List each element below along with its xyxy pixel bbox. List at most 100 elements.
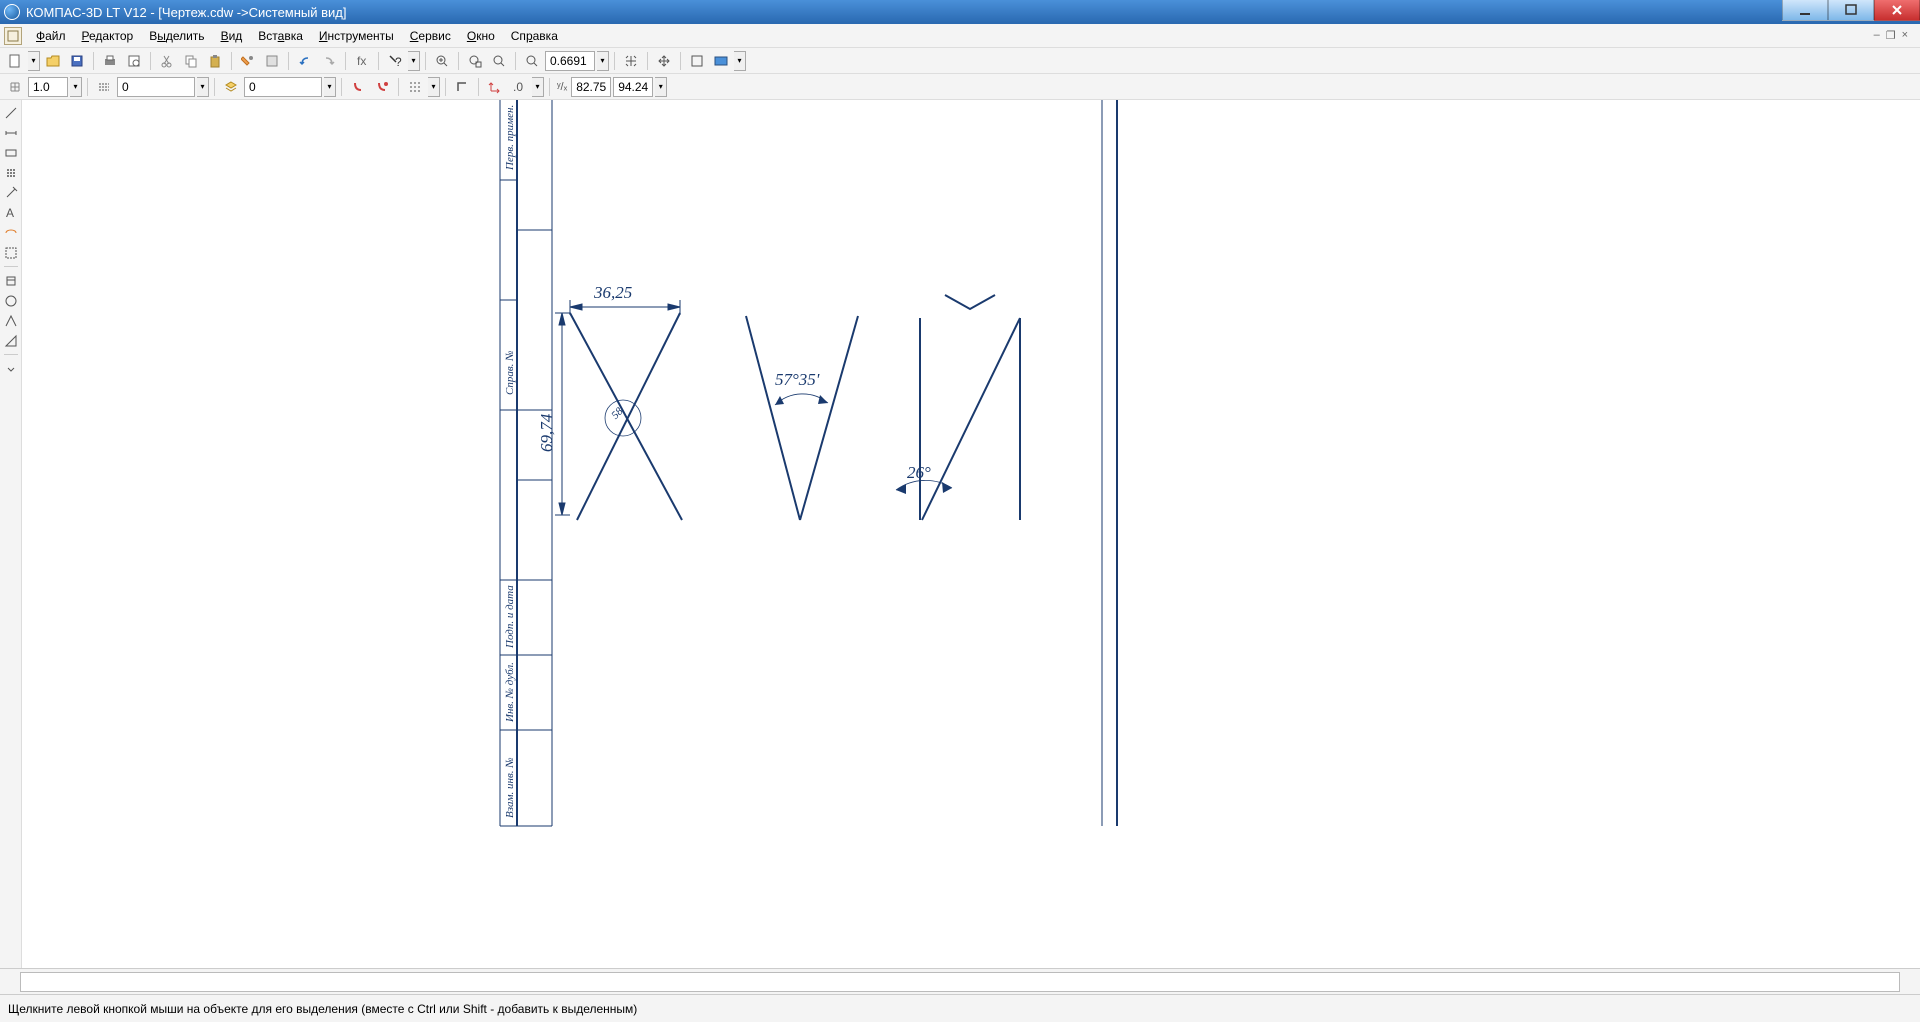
redo-button[interactable]: [318, 50, 340, 72]
grid-button[interactable]: [404, 76, 426, 98]
params-tool[interactable]: A: [2, 204, 20, 221]
preview-button[interactable]: [123, 50, 145, 72]
constraints-tool[interactable]: [2, 164, 20, 181]
maximize-button[interactable]: [1828, 0, 1874, 21]
cs-dropdown[interactable]: ▾: [532, 77, 544, 97]
layer-button[interactable]: [220, 76, 242, 98]
menu-tools[interactable]: Инструменты: [311, 26, 402, 46]
menubar: Файл Редактор Выделить Вид Вставка Инстр…: [0, 24, 1920, 48]
coord-dropdown[interactable]: ▾: [655, 77, 667, 97]
mdi-close[interactable]: ×: [1902, 29, 1908, 42]
style-input-2[interactable]: [244, 77, 322, 97]
style-dropdown-2[interactable]: ▾: [324, 77, 336, 97]
document-icon[interactable]: [4, 27, 22, 45]
command-bar: [0, 968, 1920, 994]
svg-text:.0: .0: [513, 80, 523, 94]
window-controls: [1782, 0, 1920, 24]
save-button[interactable]: [66, 50, 88, 72]
new-dropdown[interactable]: ▾: [28, 51, 40, 71]
zoom-previous-button[interactable]: [488, 50, 510, 72]
insert-tool[interactable]: [2, 312, 20, 329]
new-button[interactable]: [4, 50, 26, 72]
refresh-button[interactable]: [710, 50, 732, 72]
statusbar: Щелкните левой кнопкой мыши на объекте д…: [0, 994, 1920, 1022]
coord-label: ʸ/ₓ: [555, 81, 569, 93]
spec-tool[interactable]: [2, 272, 20, 289]
menu-file[interactable]: Файл: [28, 26, 74, 46]
workarea: A: [0, 100, 1920, 968]
measure-tool[interactable]: [2, 224, 20, 241]
panel-toggle[interactable]: [2, 360, 20, 377]
svg-text:A: A: [6, 206, 14, 220]
coord-y-input[interactable]: [613, 77, 653, 97]
designations-tool[interactable]: [2, 144, 20, 161]
snap-button[interactable]: [347, 76, 369, 98]
style-type-button[interactable]: [93, 76, 115, 98]
mdi-minimize[interactable]: –: [1874, 29, 1880, 42]
step-button[interactable]: [4, 76, 26, 98]
zoom-in-button[interactable]: [431, 50, 453, 72]
cut-button[interactable]: [156, 50, 178, 72]
coord-x-input[interactable]: [571, 77, 611, 97]
rounding-button[interactable]: .0: [508, 76, 530, 98]
step-input[interactable]: [28, 77, 68, 97]
status-text: Щелкните левой кнопкой мыши на объекте д…: [8, 1002, 637, 1016]
zoom-window-button[interactable]: [464, 50, 486, 72]
help-context-button[interactable]: ?: [384, 50, 406, 72]
geometry-tool[interactable]: [2, 104, 20, 121]
local-cs-button[interactable]: [484, 76, 506, 98]
select-tool[interactable]: [2, 244, 20, 261]
menu-insert[interactable]: Вставка: [250, 26, 311, 46]
pan-button[interactable]: [653, 50, 675, 72]
menu-editor[interactable]: Редактор: [74, 26, 142, 46]
dimensions-tool[interactable]: [2, 124, 20, 141]
help-dropdown[interactable]: ▾: [408, 51, 420, 71]
mdi-restore[interactable]: ❐: [1886, 29, 1896, 42]
menu-service[interactable]: Сервис: [402, 26, 459, 46]
svg-text:58: 58: [609, 405, 626, 422]
open-button[interactable]: [42, 50, 64, 72]
menu-view[interactable]: Вид: [213, 26, 251, 46]
frame-podp-data: Подп. и дата: [504, 585, 516, 649]
style-dropdown-1[interactable]: ▾: [197, 77, 209, 97]
copy-properties-button[interactable]: [261, 50, 283, 72]
close-button[interactable]: [1874, 0, 1920, 21]
menu-select[interactable]: Выделить: [141, 26, 212, 46]
dim-horizontal: 36,25: [593, 283, 632, 302]
app-icon: [4, 4, 20, 20]
variables-button[interactable]: fx: [351, 50, 373, 72]
properties-button[interactable]: [237, 50, 259, 72]
print-button[interactable]: [99, 50, 121, 72]
minimize-button[interactable]: [1782, 0, 1828, 21]
edit-tool[interactable]: [2, 184, 20, 201]
style-input-1[interactable]: [117, 77, 195, 97]
frame-perv-primen: Перв. примен.: [504, 105, 516, 171]
report-tool[interactable]: [2, 292, 20, 309]
drawing-svg: Перв. примен. Справ. № Подп. и дата Инв.…: [22, 100, 1920, 920]
refresh-dropdown[interactable]: ▾: [734, 51, 746, 71]
titlebar-text: КОМПАС-3D LT V12 - [Чертеж.cdw ->Системн…: [26, 5, 1782, 20]
zoom-all-button[interactable]: [686, 50, 708, 72]
undo-button[interactable]: [294, 50, 316, 72]
views-tool[interactable]: [2, 332, 20, 349]
mdi-controls: – ❐ ×: [1874, 29, 1916, 42]
command-input[interactable]: [20, 972, 1900, 992]
angle-1: 57°35': [775, 370, 820, 389]
zoom-value-input[interactable]: [545, 51, 595, 71]
grid-dropdown[interactable]: ▾: [428, 77, 440, 97]
drawing-canvas[interactable]: Перв. примен. Справ. № Подп. и дата Инв.…: [22, 100, 1920, 968]
menu-window[interactable]: Окно: [459, 26, 503, 46]
frame-vzam-inv: Взам. инв. №: [504, 757, 516, 818]
snap-settings-button[interactable]: [371, 76, 393, 98]
svg-text:fx: fx: [357, 54, 366, 68]
zoom-fit-button[interactable]: [620, 50, 642, 72]
zoom-scale-button[interactable]: [521, 50, 543, 72]
menu-help[interactable]: Справка: [503, 26, 566, 46]
left-toolpanel: A: [0, 100, 22, 968]
copy-button[interactable]: [180, 50, 202, 72]
paste-button[interactable]: [204, 50, 226, 72]
ortho-button[interactable]: [451, 76, 473, 98]
titlebar: КОМПАС-3D LT V12 - [Чертеж.cdw ->Системн…: [0, 0, 1920, 24]
zoom-dropdown[interactable]: ▾: [597, 51, 609, 71]
step-dropdown[interactable]: ▾: [70, 77, 82, 97]
